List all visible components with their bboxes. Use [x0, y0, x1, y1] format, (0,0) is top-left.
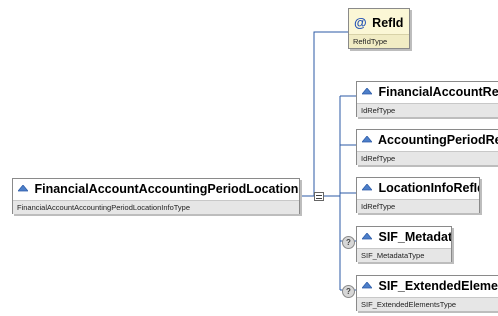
- attribute-branch-line: [313, 31, 348, 196]
- child-element-name: LocationInfoRefId: [378, 181, 479, 195]
- sequence-connector[interactable]: [314, 192, 324, 201]
- child-element-box[interactable]: SIF_ExtendedElements SIF_ExtendedElement…: [356, 275, 498, 311]
- attribute-name: RefId: [372, 16, 404, 30]
- child-element-type: SIF_ExtendedElementsType: [357, 297, 498, 311]
- root-element-type: FinancialAccountAccountingPeriodLocation…: [13, 200, 299, 214]
- attribute-box-refid[interactable]: @ RefId RefIdType: [348, 8, 410, 49]
- child-element-type: IdRefType: [357, 151, 498, 165]
- root-element-box[interactable]: FinancialAccountAccountingPeriodLocation…: [12, 178, 300, 214]
- optional-marker-icon: ?: [342, 285, 355, 298]
- element-icon: [362, 88, 372, 95]
- element-icon: [362, 233, 372, 240]
- child-element-type: IdRefType: [357, 103, 498, 117]
- child-element-name: AccountingPeriodRefId: [378, 133, 498, 147]
- element-icon: [362, 136, 372, 143]
- attribute-type: RefIdType: [349, 34, 409, 48]
- child-element-name: FinancialAccountRefId: [378, 85, 498, 99]
- schema-diagram: FinancialAccountAccountingPeriodLocation…: [0, 0, 498, 316]
- child-element-name: SIF_Metadata: [378, 230, 451, 244]
- child-element-type: IdRefType: [357, 199, 479, 213]
- child-element-box[interactable]: AccountingPeriodRefId IdRefType: [356, 129, 498, 165]
- child-element-box[interactable]: LocationInfoRefId IdRefType: [356, 177, 480, 213]
- element-icon: [362, 282, 372, 289]
- attribute-at-icon: @: [354, 15, 367, 30]
- optional-marker-icon: ?: [342, 236, 355, 249]
- root-element-name: FinancialAccountAccountingPeriodLocation…: [34, 182, 299, 196]
- child-element-box[interactable]: SIF_Metadata SIF_MetadataType: [356, 226, 452, 262]
- element-icon: [362, 184, 372, 191]
- element-icon: [18, 185, 28, 192]
- child-element-type: SIF_MetadataType: [357, 248, 451, 262]
- child-element-box[interactable]: FinancialAccountRefId IdRefType: [356, 81, 498, 117]
- child-element-name: SIF_ExtendedElements: [378, 279, 498, 293]
